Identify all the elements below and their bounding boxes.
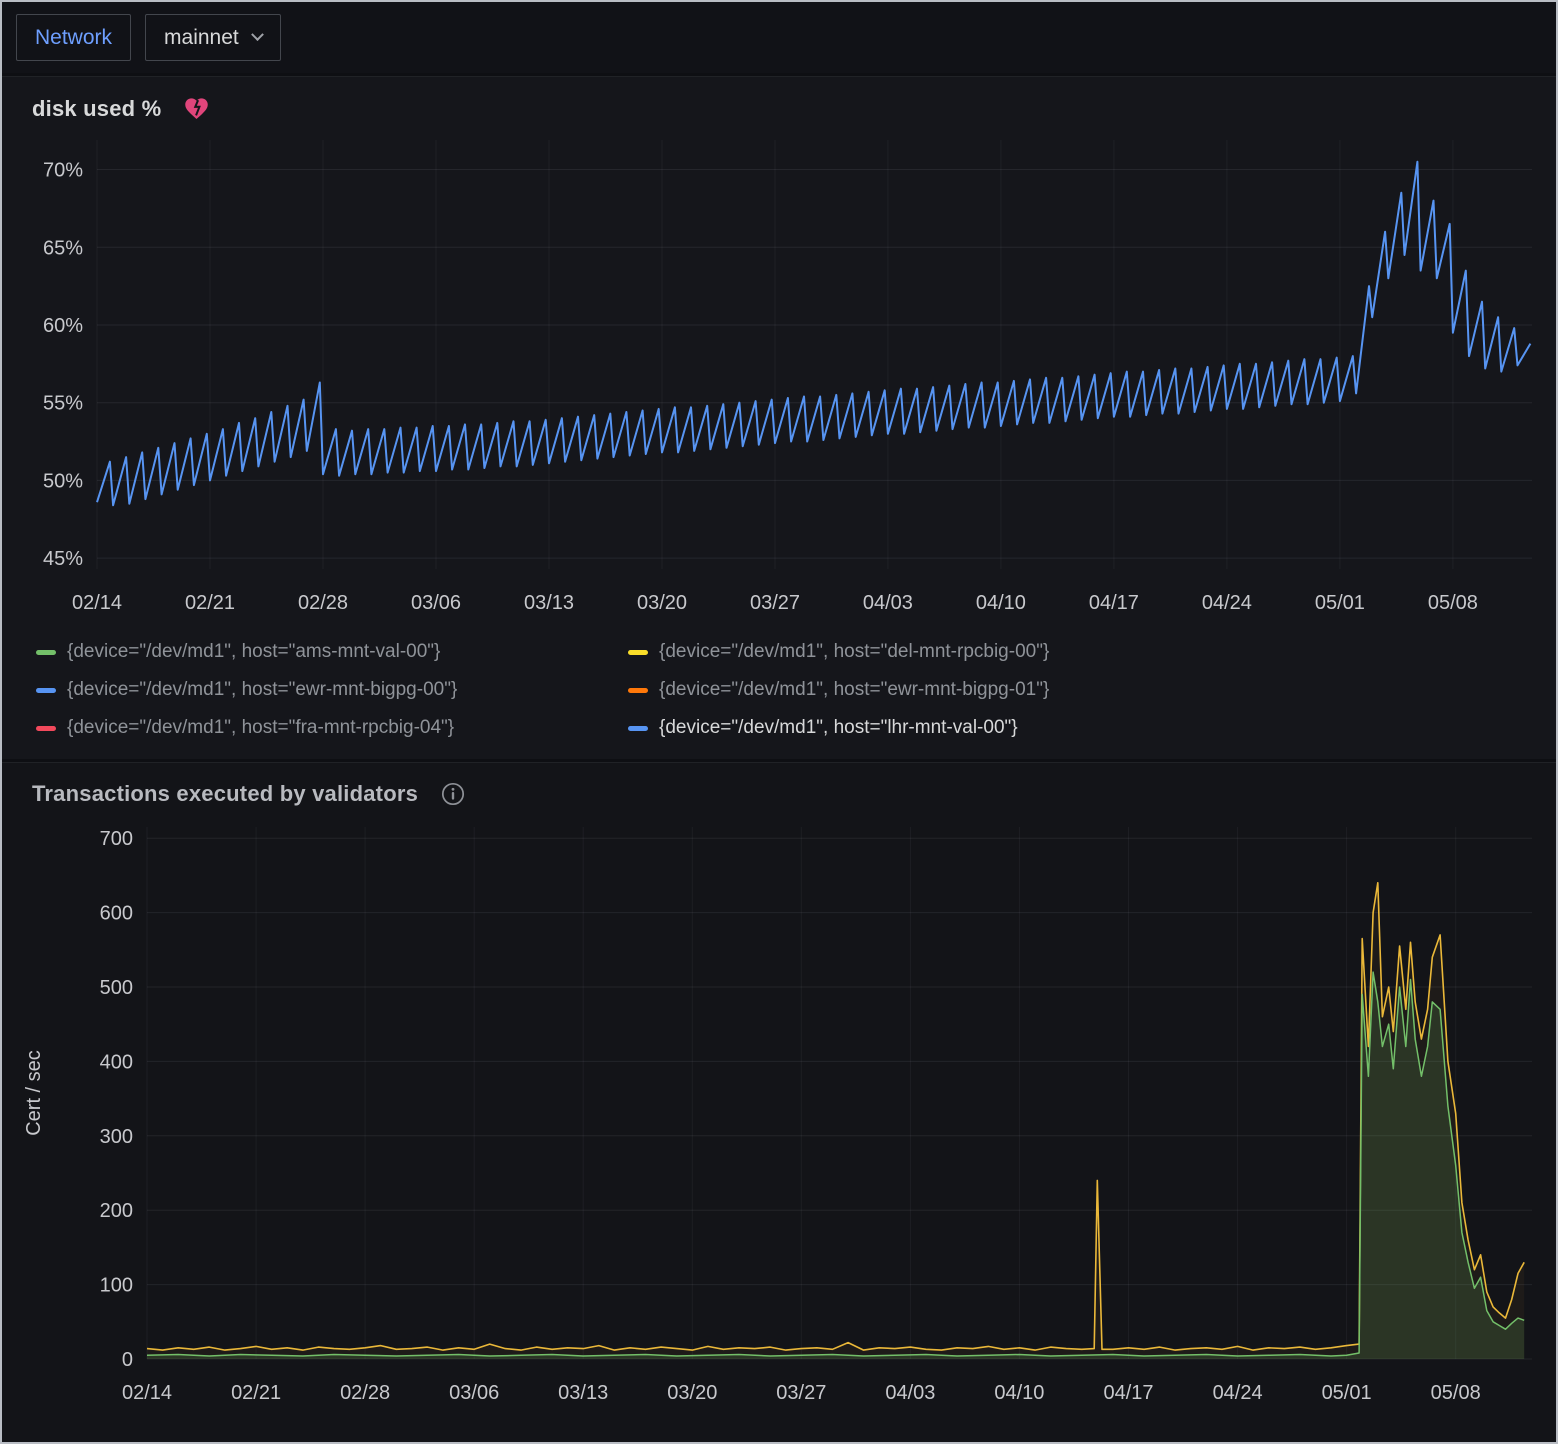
x-tick-label: 02/28 — [340, 1382, 390, 1404]
x-tick-label: 05/01 — [1322, 1382, 1372, 1404]
panel-transactions: Transactions executed by validators 0 100… — [2, 762, 1556, 1442]
y-tick-label: 400 — [100, 1051, 133, 1073]
x-tick-label: 03/13 — [558, 1382, 608, 1404]
x-tick-label: 03/13 — [524, 592, 574, 614]
info-icon[interactable] — [440, 781, 466, 807]
y-axis-label: Cert / sec — [23, 1050, 45, 1136]
series-line — [147, 883, 1524, 1350]
y-tick-label: 50% — [43, 470, 83, 492]
legend-marker — [628, 726, 648, 731]
legend-marker — [628, 688, 648, 693]
disk-chart[interactable]: 45% 50% 55% 60% 65% 70% 02/14 02/21 02/28 03/06 03… — [2, 126, 1556, 631]
x-tick-label: 03/20 — [667, 1382, 717, 1404]
y-tick-label: 600 — [100, 903, 133, 925]
panel-header-tps: Transactions executed by validators — [2, 763, 1556, 811]
x-tick-label: 05/08 — [1431, 1382, 1481, 1404]
panel-header-disk: disk used % — [2, 77, 1556, 126]
x-tick-label: 02/14 — [72, 592, 122, 614]
legend-label: {device="/dev/md1", host="del-mnt-rpcbig… — [659, 641, 1049, 663]
network-value-dropdown[interactable]: mainnet — [145, 14, 281, 61]
series-line — [97, 162, 1530, 506]
legend-label: {device="/dev/md1", host="ewr-mnt-bigpg-… — [659, 679, 1049, 701]
x-tick-label: 03/20 — [637, 592, 687, 614]
x-tick-label: 04/10 — [994, 1382, 1044, 1404]
network-label: Network — [35, 26, 112, 49]
y-tick-label: 70% — [43, 160, 83, 182]
legend-label: {device="/dev/md1", host="fra-mnt-rpcbig… — [67, 717, 454, 739]
y-tick-label: 100 — [100, 1275, 133, 1297]
legend-label: {device="/dev/md1", host="ams-mnt-val-00… — [67, 641, 440, 663]
x-tick-label: 04/17 — [1089, 592, 1139, 614]
series-line — [147, 972, 1524, 1356]
broken-heart-icon — [183, 95, 210, 122]
x-tick-label: 04/03 — [863, 592, 913, 614]
legend-item[interactable]: {device="/dev/md1", host="fra-mnt-rpcbig… — [36, 717, 628, 739]
series-area — [147, 883, 1524, 1359]
chevron-down-icon — [251, 28, 264, 41]
x-tick-label: 04/10 — [976, 592, 1026, 614]
legend-marker — [36, 650, 56, 655]
x-tick-label: 05/08 — [1428, 592, 1478, 614]
x-tick-label: 04/24 — [1202, 592, 1252, 614]
x-tick-label: 04/24 — [1213, 1382, 1263, 1404]
network-value: mainnet — [164, 26, 239, 49]
x-tick-label: 02/21 — [231, 1382, 281, 1404]
x-tick-label: 05/01 — [1315, 592, 1365, 614]
y-tick-label: 65% — [43, 237, 83, 259]
legend-item[interactable]: {device="/dev/md1", host="lhr-mnt-val-00… — [628, 717, 1556, 739]
legend-marker — [36, 726, 56, 731]
legend-marker — [36, 688, 56, 693]
y-tick-label: 0 — [122, 1349, 133, 1371]
series-area — [147, 972, 1524, 1359]
legend-marker — [628, 650, 648, 655]
y-tick-label: 500 — [100, 977, 133, 999]
legend-item[interactable]: {device="/dev/md1", host="ams-mnt-val-00… — [36, 641, 628, 663]
y-tick-label: 300 — [100, 1126, 133, 1148]
legend-label: {device="/dev/md1", host="ewr-mnt-bigpg-… — [67, 679, 457, 701]
panel-title-disk[interactable]: disk used % — [32, 96, 161, 122]
tps-chart[interactable]: 0 100 200 300 400 500 600 700 02/14 02/21 02/28 03/… — [2, 811, 1556, 1429]
dashboard-controls: Network mainnet — [2, 2, 1556, 73]
x-tick-label: 02/14 — [122, 1382, 172, 1404]
panel-title-tps[interactable]: Transactions executed by validators — [32, 781, 418, 807]
y-tick-label: 55% — [43, 393, 83, 415]
y-tick-label: 700 — [100, 828, 133, 850]
panel-disk-used: disk used % 45% 50% 55% 60% 65% 70% 02/14 02/21… — [2, 76, 1556, 759]
legend-label: {device="/dev/md1", host="lhr-mnt-val-00… — [659, 717, 1018, 739]
x-tick-label: 03/27 — [776, 1382, 826, 1404]
x-tick-label: 02/21 — [185, 592, 235, 614]
x-tick-label: 03/27 — [750, 592, 800, 614]
x-tick-label: 03/06 — [449, 1382, 499, 1404]
legend-item[interactable]: {device="/dev/md1", host="ewr-mnt-bigpg-… — [628, 679, 1556, 701]
legend-item[interactable]: {device="/dev/md1", host="ewr-mnt-bigpg-… — [36, 679, 628, 701]
grafana-dashboard: Network mainnet disk used % 45% 50% 55% 60%… — [0, 0, 1558, 1444]
y-tick-label: 45% — [43, 548, 83, 570]
variable-label-network[interactable]: Network — [16, 14, 131, 61]
x-tick-label: 04/17 — [1103, 1382, 1153, 1404]
legend-item[interactable]: {device="/dev/md1", host="del-mnt-rpcbig… — [628, 641, 1556, 663]
x-tick-label: 04/03 — [885, 1382, 935, 1404]
y-tick-label: 200 — [100, 1200, 133, 1222]
x-tick-label: 03/06 — [411, 592, 461, 614]
x-tick-label: 02/28 — [298, 592, 348, 614]
y-tick-label: 60% — [43, 315, 83, 337]
legend: {device="/dev/md1", host="ams-mnt-val-00… — [2, 631, 1556, 759]
